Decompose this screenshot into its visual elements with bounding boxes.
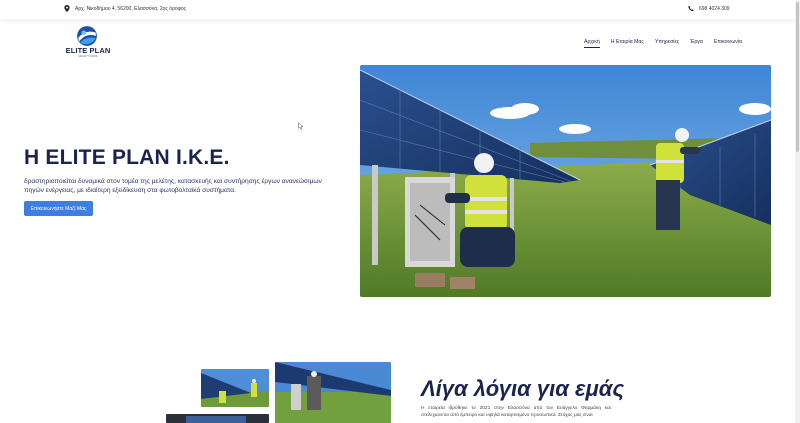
- address-text: Αρχ. Νικοδήμου 4, 56200, Ελασσόνα, 2ος ό…: [75, 5, 187, 12]
- main-nav: Αρχική Η Εταιρία Μας Υπηρεσίες Έργα Επικ…: [584, 39, 742, 48]
- top-info-bar: Αρχ. Νικοδήμου 4, 56200, Ελασσόνα, 2ος ό…: [0, 0, 795, 19]
- phone-text: 698 4024 309: [699, 5, 730, 12]
- logo-mark-icon: [77, 26, 97, 46]
- about-title: Λίγα λόγια για εμάς: [421, 376, 625, 401]
- hero-image: [360, 65, 771, 297]
- nav-item-projects[interactable]: Έργα: [690, 39, 703, 45]
- contact-us-button[interactable]: Επικοινωνήστε Μαζί Μας: [24, 201, 93, 216]
- phone-icon: [688, 5, 694, 12]
- nav-item-home[interactable]: Αρχική: [584, 39, 600, 48]
- about-text: Η εταιρεία ιδρύθηκε το 2021 στην Ελασσόν…: [421, 406, 611, 418]
- about-thumb-image-3: [166, 414, 269, 423]
- mouse-cursor-icon: [298, 122, 304, 130]
- about-thumb-image-2: [275, 362, 391, 423]
- site-logo[interactable]: ELITE PLAN QUALITY WORK: [62, 25, 114, 61]
- about-thumb-image-1: [201, 369, 269, 407]
- nav-item-company[interactable]: Η Εταιρία Μας: [611, 39, 644, 45]
- logo-tagline: QUALITY WORK: [78, 55, 98, 58]
- scrollbar-thumb[interactable]: [796, 2, 799, 152]
- nav-item-services[interactable]: Υπηρεσίες: [655, 39, 679, 45]
- page-scrollbar[interactable]: [795, 0, 800, 423]
- hero-title: Η ELITE PLAN I.K.E.: [24, 146, 230, 169]
- logo-name: ELITE PLAN: [65, 46, 111, 55]
- map-pin-icon: [64, 5, 70, 12]
- nav-item-contact[interactable]: Επικοινωνία: [714, 39, 742, 45]
- hero-description: δραστηριοποιείται δυναμικά στον τομέα τη…: [24, 178, 322, 194]
- phone-info[interactable]: 698 4024 309: [688, 5, 730, 12]
- address-info: Αρχ. Νικοδήμου 4, 56200, Ελασσόνα, 2ος ό…: [64, 5, 186, 12]
